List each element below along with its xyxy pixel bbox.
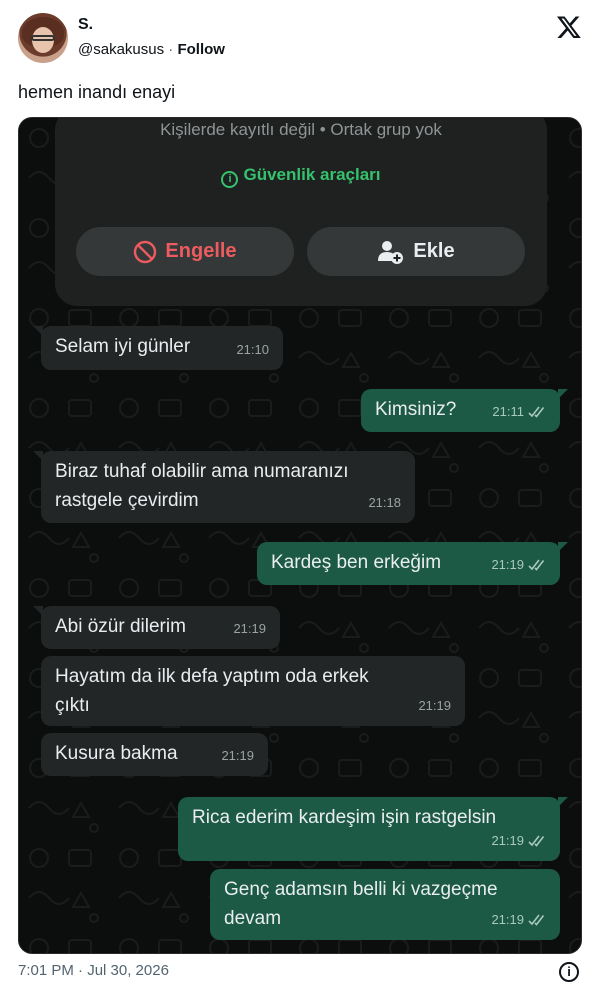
info-circle-icon: i — [221, 171, 239, 188]
message-outgoing[interactable]: Kimsiniz? 21:11 — [361, 389, 568, 432]
security-tools-link[interactable]: i Güvenlik araçları — [55, 165, 547, 188]
message-text-line: rastgele çevirdim — [55, 490, 199, 511]
message-text: Kimsiniz? — [375, 399, 457, 420]
message-time: 21:19 — [418, 698, 451, 713]
handle-row: @sakakusus · Follow — [78, 41, 225, 58]
double-check-icon — [528, 914, 545, 926]
follow-button[interactable]: Follow — [177, 41, 225, 58]
message-time-row: 21:11 — [492, 397, 546, 426]
message-text: Rica ederim kardeşim işin rastgelsin — [192, 807, 497, 828]
message-time: 21:10 — [236, 342, 269, 357]
message-time: 21:19 — [233, 621, 266, 636]
user-handle[interactable]: @sakakusus — [78, 41, 164, 58]
block-button[interactable]: Engelle — [76, 227, 294, 276]
add-label: Ekle — [413, 240, 455, 262]
add-contact-icon — [378, 240, 404, 264]
message-incoming[interactable]: Biraz tuhaf olabilir ama numaranızı rast… — [33, 451, 415, 523]
block-icon — [134, 240, 157, 263]
tweet-media-image[interactable]: Kişilerde kayıtlı değil • Ortak grup yok… — [18, 117, 582, 954]
handle-separator: · — [168, 41, 174, 58]
message-time-row: 21:19 — [491, 550, 546, 579]
message-text: Kusura bakma — [55, 743, 178, 764]
message-text: Abi özür dilerim — [55, 616, 186, 637]
tweet-header: S. @sakakusus · Follow — [0, 0, 600, 75]
contact-info-text: Kişilerde kayıtlı değil • Ortak grup yok — [160, 120, 442, 139]
message-text-line: Biraz tuhaf olabilir ama numaranızı — [55, 461, 349, 482]
message-text-line: Genç adamsın belli ki vazgeçme — [224, 879, 498, 900]
tweet-info-icon[interactable]: i — [559, 962, 579, 982]
message-text: Selam iyi günler — [55, 336, 191, 357]
message-text-line: çıktı — [55, 695, 90, 716]
message-time: 21:19 — [491, 912, 524, 927]
bubble-tail — [33, 606, 43, 616]
message-time: 21:18 — [368, 495, 401, 510]
message-outgoing[interactable]: Genç adamsın belli ki vazgeçme devam 21:… — [210, 869, 560, 940]
block-label: Engelle — [165, 240, 237, 262]
double-check-icon — [528, 559, 545, 571]
x-logo-icon[interactable] — [556, 14, 582, 40]
double-check-icon — [528, 835, 545, 847]
message-time: 21:11 — [492, 404, 524, 419]
message-time-row: 21:19 — [491, 905, 546, 934]
bubble-tail — [558, 797, 568, 807]
security-tools-label: Güvenlik araçları — [243, 165, 381, 184]
tweet-timestamp[interactable]: 7:01 PM · Jul 30, 2026 — [18, 962, 169, 979]
bubble-tail — [558, 389, 568, 399]
message-incoming[interactable]: Kusura bakma 21:19 — [41, 733, 268, 776]
message-incoming[interactable]: Hayatım da ilk defa yaptım oda erkek çık… — [41, 656, 465, 726]
contact-info-card: Kişilerde kayıtlı değil • Ortak grup yok… — [55, 118, 547, 306]
tweet-text: hemen inandı enayi — [18, 82, 176, 102]
message-text: Kardeş ben erkeğim — [271, 552, 442, 573]
message-outgoing[interactable]: Rica ederim kardeşim işin rastgelsin 21:… — [178, 797, 568, 861]
message-incoming[interactable]: Selam iyi günler 21:10 — [33, 326, 283, 370]
display-name[interactable]: S. — [78, 16, 93, 34]
add-contact-button[interactable]: Ekle — [307, 227, 525, 276]
message-incoming[interactable]: Abi özür dilerim 21:19 — [33, 606, 280, 649]
message-time: 21:19 — [491, 557, 524, 572]
message-time: 21:19 — [491, 833, 524, 848]
bubble-tail — [558, 542, 568, 552]
message-time-row: 21:19 — [491, 826, 546, 855]
bubble-tail — [33, 326, 43, 336]
double-check-icon — [528, 406, 545, 418]
message-outgoing[interactable]: Kardeş ben erkeğim 21:19 — [257, 542, 568, 585]
avatar[interactable] — [18, 13, 68, 63]
bubble-tail — [33, 451, 43, 461]
message-time: 21:19 — [221, 748, 254, 763]
avatar-glasses — [31, 35, 55, 41]
message-text-line: Hayatım da ilk defa yaptım oda erkek — [55, 666, 369, 687]
